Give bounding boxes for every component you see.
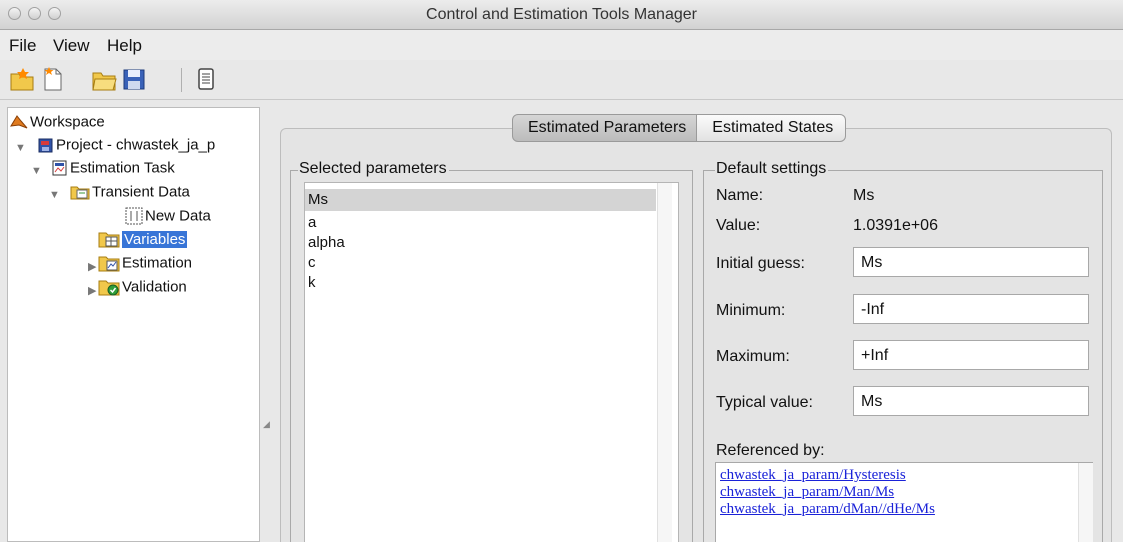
typical-value-label: Typical value: xyxy=(716,394,813,411)
estimation-task-icon xyxy=(52,160,67,176)
maximum-label: Maximum: xyxy=(716,348,790,365)
save-icon[interactable] xyxy=(121,66,147,92)
referenced-by-label: Referenced by: xyxy=(716,442,825,459)
list-item-alpha[interactable]: alpha xyxy=(305,234,345,251)
properties-icon[interactable] xyxy=(193,66,219,92)
list-item-k[interactable]: k xyxy=(305,274,316,291)
tree-item-project[interactable]: Project - chwastek_ja_p xyxy=(38,136,215,158)
tree-item-variables[interactable]: Variables xyxy=(98,230,188,252)
typical-value-field[interactable]: Ms xyxy=(853,386,1089,416)
variables-folder-icon xyxy=(98,232,120,248)
toolbar-separator xyxy=(181,68,182,92)
referenced-by-list: chwastek_ja_param/Hysteresis chwastek_ja… xyxy=(715,462,1093,542)
tree-item-estimation[interactable]: Estimation xyxy=(98,254,192,276)
panel-splitter[interactable]: ◢ xyxy=(260,107,274,542)
tree-item-variables-label: Variables xyxy=(122,230,188,248)
value-value: 1.0391e+06 xyxy=(853,217,938,234)
project-icon xyxy=(38,138,53,153)
tree-expand-estimation-icon[interactable]: ▶ xyxy=(88,260,96,273)
list-item-a[interactable]: a xyxy=(305,214,316,231)
menu-view[interactable]: View xyxy=(53,36,90,56)
minimum-field[interactable]: -Inf xyxy=(853,294,1089,324)
ref-link-hysteresis[interactable]: chwastek_ja_param/Hysteresis xyxy=(720,467,906,484)
tab-bar: Estimated Parameters Estimated States xyxy=(512,114,847,142)
list-item-c[interactable]: c xyxy=(305,254,316,271)
menu-help[interactable]: Help xyxy=(107,36,142,56)
minimum-label: Minimum: xyxy=(716,302,786,319)
splitter-handle-icon[interactable]: ◢ xyxy=(263,419,270,430)
validation-folder-icon xyxy=(98,280,120,296)
window-titlebar: Control and Estimation Tools Manager xyxy=(0,0,1123,30)
initial-guess-field[interactable]: Ms xyxy=(853,247,1089,277)
value-label: Value: xyxy=(716,217,761,234)
tree-item-new-data[interactable]: New Data xyxy=(125,207,211,229)
estimation-folder-icon xyxy=(98,256,120,272)
project-tree: Workspace ▼ Project - chwastek_ja_p ▼ Es… xyxy=(7,107,260,542)
ref-link-dman-dhe-ms[interactable]: chwastek_ja_param/dMan//dHe/Ms xyxy=(720,501,935,518)
tree-expand-validation-icon[interactable]: ▶ xyxy=(88,284,96,297)
tree-item-workspace[interactable]: Workspace xyxy=(10,113,105,135)
tab-estimated-parameters[interactable]: Estimated Parameters xyxy=(512,114,698,142)
parameter-list[interactable]: Ms a alpha c k xyxy=(304,182,679,542)
tree-item-validation[interactable]: Validation xyxy=(98,278,187,300)
tree-expand-estimation-task-icon[interactable]: ▼ xyxy=(31,165,42,177)
parameter-list-scrollbar[interactable] xyxy=(657,183,672,542)
name-label: Name: xyxy=(716,187,764,204)
referenced-by-scrollbar[interactable] xyxy=(1078,463,1093,542)
tree-expand-project-icon[interactable]: ▼ xyxy=(15,142,26,154)
selected-parameters-title: Selected parameters xyxy=(298,160,449,178)
list-item-ms[interactable]: Ms xyxy=(305,189,656,211)
menubar: File View Help xyxy=(0,30,1123,60)
tree-expand-transient-data-icon[interactable]: ▼ xyxy=(49,189,60,201)
transient-data-folder-icon xyxy=(70,186,90,200)
data-grid-icon xyxy=(125,207,143,225)
new-project-icon[interactable] xyxy=(9,66,35,92)
window-title: Control and Estimation Tools Manager xyxy=(426,6,697,23)
tab-estimated-states[interactable]: Estimated States xyxy=(697,114,847,142)
tree-item-transient-data[interactable]: Transient Data xyxy=(70,183,190,205)
new-task-icon[interactable] xyxy=(40,66,66,92)
default-settings-title: Default settings xyxy=(715,160,829,178)
ref-link-man-ms[interactable]: chwastek_ja_param/Man/Ms xyxy=(720,484,894,501)
name-value: Ms xyxy=(853,187,875,204)
open-icon[interactable] xyxy=(91,66,117,92)
menu-file[interactable]: File xyxy=(9,36,36,56)
tree-item-estimation-task[interactable]: Estimation Task xyxy=(52,159,175,181)
toolbar xyxy=(0,60,1123,100)
matlab-workspace-icon xyxy=(10,115,28,129)
initial-guess-label: Initial guess: xyxy=(716,255,805,272)
maximum-field[interactable]: +Inf xyxy=(853,340,1089,370)
